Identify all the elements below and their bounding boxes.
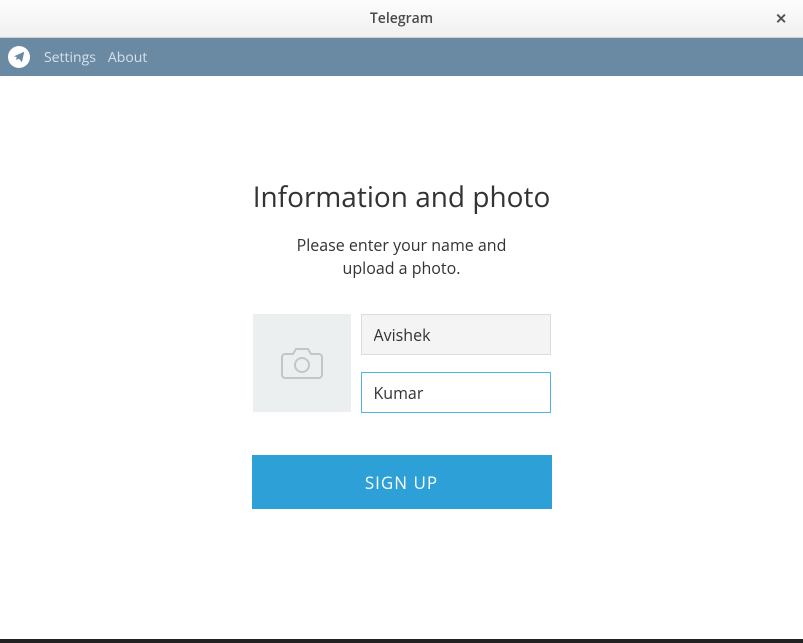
bottom-border <box>0 639 803 643</box>
page-subtext: Please enter your name and upload a phot… <box>297 234 507 280</box>
signup-button[interactable]: SIGN UP <box>252 455 552 509</box>
last-name-input[interactable] <box>361 372 551 413</box>
menu-settings[interactable]: Settings <box>44 48 96 67</box>
photo-upload-button[interactable] <box>253 314 351 412</box>
window: Telegram ✕ Settings About Information an… <box>0 0 803 639</box>
window-title: Telegram <box>370 9 433 28</box>
telegram-icon[interactable] <box>8 46 30 68</box>
subtext-line-2: upload a photo. <box>297 257 507 280</box>
menubar: Settings About <box>0 38 803 76</box>
page-heading: Information and photo <box>253 178 551 216</box>
camera-icon <box>281 346 323 380</box>
close-button[interactable]: ✕ <box>769 5 793 32</box>
inputs-column <box>361 314 551 413</box>
menu-about[interactable]: About <box>108 48 147 67</box>
first-name-input[interactable] <box>361 314 551 355</box>
form-row <box>253 314 551 413</box>
titlebar: Telegram ✕ <box>0 0 803 38</box>
main-content: Information and photo Please enter your … <box>0 76 803 639</box>
subtext-line-1: Please enter your name and <box>297 234 507 257</box>
